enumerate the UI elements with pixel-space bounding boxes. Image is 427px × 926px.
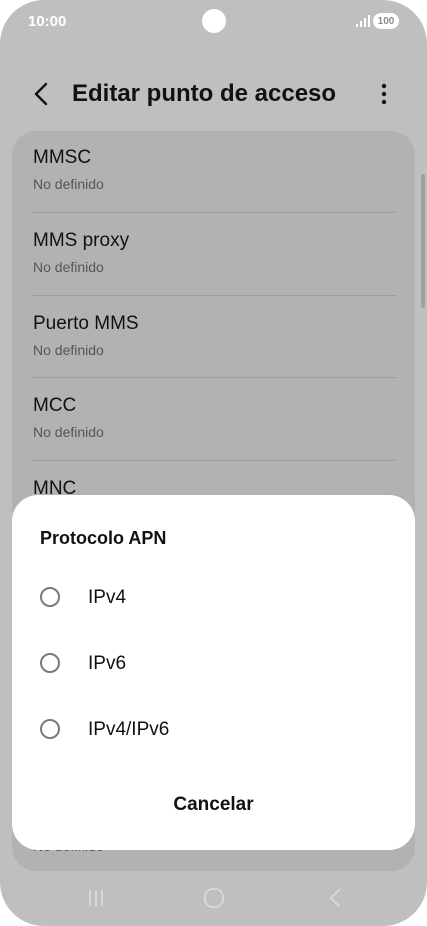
battery-icon: 100: [373, 13, 399, 29]
status-bar: 10:00 100: [0, 0, 427, 44]
navigation-bar: [0, 870, 427, 926]
scrollbar[interactable]: [421, 174, 425, 308]
setting-value: No definido: [33, 342, 104, 358]
app-bar: Editar punto de acceso: [0, 64, 427, 124]
setting-value: No definido: [33, 176, 104, 192]
more-options-icon[interactable]: [372, 80, 396, 108]
option-label: IPv6: [88, 653, 127, 674]
setting-item-mms-proxy[interactable]: MMS proxy No definido: [12, 214, 415, 296]
radio-button[interactable]: [40, 587, 60, 607]
option-ipv4-ipv6[interactable]: IPv4/IPv6: [26, 703, 401, 759]
setting-item-mms-port[interactable]: Puerto MMS No definido: [12, 297, 415, 379]
back-arrow-icon[interactable]: [26, 78, 56, 110]
setting-value: No definido: [33, 424, 104, 440]
radio-button[interactable]: [40, 719, 60, 739]
divider: [31, 377, 396, 378]
setting-item-mcc[interactable]: MCC No definido: [12, 379, 415, 461]
cancel-button[interactable]: Cancelar: [122, 785, 305, 825]
radio-button[interactable]: [40, 653, 60, 673]
phone-screen: 10:00 100 Editar punto de acceso MMSC No…: [0, 0, 427, 926]
camera-cutout: [202, 9, 226, 33]
home-icon[interactable]: [200, 884, 228, 912]
setting-title: Puerto MMS: [33, 313, 139, 334]
option-ipv4[interactable]: IPv4: [26, 571, 401, 627]
setting-value: No definido: [33, 259, 104, 275]
setting-title: MMSC: [33, 147, 92, 168]
setting-title: MCC: [33, 395, 77, 416]
apn-protocol-dialog: Protocolo APN IPv4 IPv6 IPv4/IPv6 Cancel…: [12, 495, 415, 850]
back-icon[interactable]: [321, 884, 349, 912]
option-label: IPv4/IPv6: [88, 719, 170, 740]
divider: [31, 460, 396, 461]
dialog-title: Protocolo APN: [40, 528, 167, 548]
divider: [31, 295, 396, 296]
divider: [31, 212, 396, 213]
option-ipv6[interactable]: IPv6: [26, 637, 401, 693]
option-label: IPv4: [88, 587, 127, 608]
status-time: 10:00: [28, 13, 67, 30]
setting-title: MMS proxy: [33, 230, 130, 251]
page-title: Editar punto de acceso: [72, 80, 337, 107]
signal-icon: [356, 15, 370, 27]
recent-apps-icon[interactable]: [82, 884, 110, 912]
setting-item-mmsc[interactable]: MMSC No definido: [12, 131, 415, 213]
